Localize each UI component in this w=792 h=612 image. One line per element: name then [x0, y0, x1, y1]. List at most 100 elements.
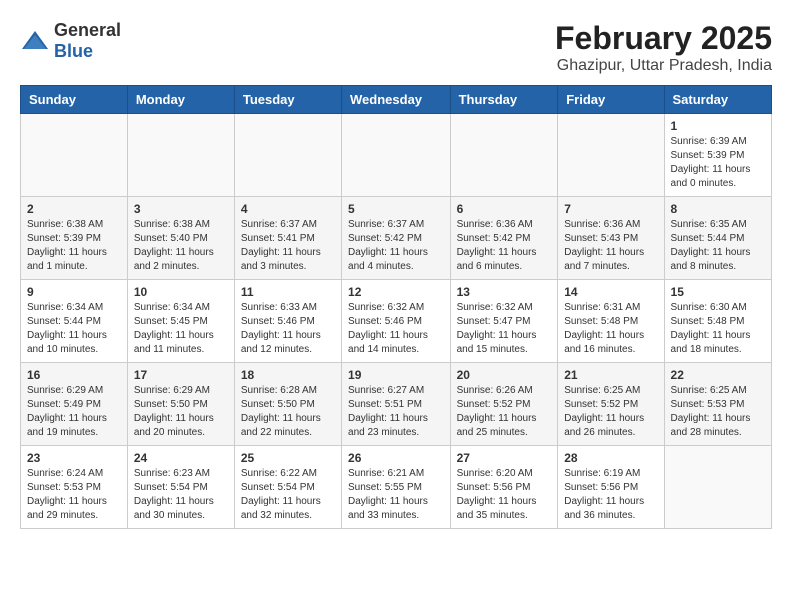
calendar-cell: 15 Sunrise: 6:30 AM Sunset: 5:48 PM Dayli…	[664, 280, 771, 363]
day-number: 4	[241, 202, 335, 216]
calendar-cell: 8 Sunrise: 6:35 AM Sunset: 5:44 PM Daylig…	[664, 197, 771, 280]
calendar-cell	[342, 114, 451, 197]
day-info: Sunrise: 6:19 AM Sunset: 5:56 PM Dayligh…	[564, 467, 657, 523]
calendar-week-2: 2 Sunrise: 6:38 AM Sunset: 5:39 PM Daylig…	[21, 197, 772, 280]
calendar-cell: 16 Sunrise: 6:29 AM Sunset: 5:49 PM Dayli…	[21, 363, 128, 446]
calendar-week-1: 1 Sunrise: 6:39 AM Sunset: 5:39 PM Daylig…	[21, 114, 772, 197]
calendar-cell: 20 Sunrise: 6:26 AM Sunset: 5:52 PM Dayli…	[450, 363, 558, 446]
day-number: 21	[564, 368, 657, 382]
calendar-cell: 9Sunrise: 6:34 AM Sunset: 5:44 PM Daylig…	[21, 280, 128, 363]
calendar-cell	[21, 114, 128, 197]
day-number: 23	[27, 451, 121, 465]
calendar-cell: 17 Sunrise: 6:29 AM Sunset: 5:50 PM Dayli…	[127, 363, 234, 446]
day-number: 2	[27, 202, 121, 216]
day-number: 14	[564, 285, 657, 299]
calendar-cell: 18 Sunrise: 6:28 AM Sunset: 5:50 PM Dayli…	[234, 363, 341, 446]
day-info: Sunrise: 6:35 AM Sunset: 5:44 PM Dayligh…	[671, 218, 765, 274]
title-area: February 2025 Ghazipur, Uttar Pradesh, I…	[555, 20, 772, 75]
calendar-cell: 24 Sunrise: 6:23 AM Sunset: 5:54 PM Dayli…	[127, 446, 234, 529]
calendar-cell	[127, 114, 234, 197]
day-number: 13	[457, 285, 552, 299]
day-header-tuesday: Tuesday	[234, 86, 341, 114]
day-info: Sunrise: 6:23 AM Sunset: 5:54 PM Dayligh…	[134, 467, 228, 523]
day-info: Sunrise: 6:25 AM Sunset: 5:53 PM Dayligh…	[671, 384, 765, 440]
calendar-cell: 3 Sunrise: 6:38 AM Sunset: 5:40 PM Daylig…	[127, 197, 234, 280]
day-info: Sunrise: 6:36 AM Sunset: 5:43 PM Dayligh…	[564, 218, 657, 274]
day-info: Sunrise: 6:26 AM Sunset: 5:52 PM Dayligh…	[457, 384, 552, 440]
calendar-week-5: 23Sunrise: 6:24 AM Sunset: 5:53 PM Dayli…	[21, 446, 772, 529]
calendar-cell: 5 Sunrise: 6:37 AM Sunset: 5:42 PM Daylig…	[342, 197, 451, 280]
day-number: 3	[134, 202, 228, 216]
day-info: Sunrise: 6:31 AM Sunset: 5:48 PM Dayligh…	[564, 301, 657, 357]
calendar-cell	[664, 446, 771, 529]
page-header: General Blue February 2025 Ghazipur, Utt…	[20, 20, 772, 75]
calendar-cell: 4 Sunrise: 6:37 AM Sunset: 5:41 PM Daylig…	[234, 197, 341, 280]
day-number: 27	[457, 451, 552, 465]
day-info: Sunrise: 6:33 AM Sunset: 5:46 PM Dayligh…	[241, 301, 335, 357]
logo-text-blue: Blue	[54, 41, 93, 61]
day-header-monday: Monday	[127, 86, 234, 114]
day-number: 18	[241, 368, 335, 382]
calendar-cell: 2 Sunrise: 6:38 AM Sunset: 5:39 PM Daylig…	[21, 197, 128, 280]
calendar-cell: 19 Sunrise: 6:27 AM Sunset: 5:51 PM Dayli…	[342, 363, 451, 446]
day-info: Sunrise: 6:34 AM Sunset: 5:45 PM Dayligh…	[134, 301, 228, 357]
day-number: 12	[348, 285, 444, 299]
day-info: Sunrise: 6:32 AM Sunset: 5:46 PM Dayligh…	[348, 301, 444, 357]
day-number: 7	[564, 202, 657, 216]
day-info: Sunrise: 6:37 AM Sunset: 5:41 PM Dayligh…	[241, 218, 335, 274]
day-info: Sunrise: 6:20 AM Sunset: 5:56 PM Dayligh…	[457, 467, 552, 523]
calendar-cell: 28 Sunrise: 6:19 AM Sunset: 5:56 PM Dayli…	[558, 446, 664, 529]
day-number: 20	[457, 368, 552, 382]
day-number: 16	[27, 368, 121, 382]
day-header-wednesday: Wednesday	[342, 86, 451, 114]
day-number: 1	[671, 119, 765, 133]
day-number: 25	[241, 451, 335, 465]
day-number: 10	[134, 285, 228, 299]
day-header-saturday: Saturday	[664, 86, 771, 114]
day-number: 8	[671, 202, 765, 216]
day-number: 22	[671, 368, 765, 382]
logo: General Blue	[20, 20, 121, 62]
day-number: 11	[241, 285, 335, 299]
calendar-cell	[558, 114, 664, 197]
day-number: 26	[348, 451, 444, 465]
day-number: 19	[348, 368, 444, 382]
day-info: Sunrise: 6:38 AM Sunset: 5:40 PM Dayligh…	[134, 218, 228, 274]
day-info: Sunrise: 6:39 AM Sunset: 5:39 PM Dayligh…	[671, 135, 765, 191]
calendar-cell: 14 Sunrise: 6:31 AM Sunset: 5:48 PM Dayli…	[558, 280, 664, 363]
calendar-cell	[450, 114, 558, 197]
day-number: 28	[564, 451, 657, 465]
day-header-friday: Friday	[558, 86, 664, 114]
day-info: Sunrise: 6:32 AM Sunset: 5:47 PM Dayligh…	[457, 301, 552, 357]
logo-icon	[20, 29, 50, 53]
calendar-cell: 13 Sunrise: 6:32 AM Sunset: 5:47 PM Dayli…	[450, 280, 558, 363]
day-info: Sunrise: 6:29 AM Sunset: 5:50 PM Dayligh…	[134, 384, 228, 440]
day-number: 24	[134, 451, 228, 465]
day-info: Sunrise: 6:30 AM Sunset: 5:48 PM Dayligh…	[671, 301, 765, 357]
calendar-week-3: 9Sunrise: 6:34 AM Sunset: 5:44 PM Daylig…	[21, 280, 772, 363]
day-header-sunday: Sunday	[21, 86, 128, 114]
calendar-cell: 27 Sunrise: 6:20 AM Sunset: 5:56 PM Dayli…	[450, 446, 558, 529]
day-header-thursday: Thursday	[450, 86, 558, 114]
day-info: Sunrise: 6:34 AM Sunset: 5:44 PM Dayligh…	[27, 301, 121, 357]
calendar-cell: 26 Sunrise: 6:21 AM Sunset: 5:55 PM Dayli…	[342, 446, 451, 529]
day-number: 15	[671, 285, 765, 299]
calendar-cell: 12 Sunrise: 6:32 AM Sunset: 5:46 PM Dayli…	[342, 280, 451, 363]
day-info: Sunrise: 6:36 AM Sunset: 5:42 PM Dayligh…	[457, 218, 552, 274]
day-number: 5	[348, 202, 444, 216]
month-year: February 2025	[555, 20, 772, 57]
day-info: Sunrise: 6:27 AM Sunset: 5:51 PM Dayligh…	[348, 384, 444, 440]
day-info: Sunrise: 6:28 AM Sunset: 5:50 PM Dayligh…	[241, 384, 335, 440]
calendar-week-4: 16 Sunrise: 6:29 AM Sunset: 5:49 PM Dayli…	[21, 363, 772, 446]
calendar-cell: 21Sunrise: 6:25 AM Sunset: 5:52 PM Dayli…	[558, 363, 664, 446]
day-number: 17	[134, 368, 228, 382]
calendar-header-row: SundayMondayTuesdayWednesdayThursdayFrid…	[21, 86, 772, 114]
calendar-cell: 22 Sunrise: 6:25 AM Sunset: 5:53 PM Dayli…	[664, 363, 771, 446]
day-info: Sunrise: 6:29 AM Sunset: 5:49 PM Dayligh…	[27, 384, 121, 440]
day-info: Sunrise: 6:22 AM Sunset: 5:54 PM Dayligh…	[241, 467, 335, 523]
day-info: Sunrise: 6:37 AM Sunset: 5:42 PM Dayligh…	[348, 218, 444, 274]
day-info: Sunrise: 6:21 AM Sunset: 5:55 PM Dayligh…	[348, 467, 444, 523]
day-info: Sunrise: 6:38 AM Sunset: 5:39 PM Dayligh…	[27, 218, 121, 274]
calendar-cell	[234, 114, 341, 197]
calendar-cell: 23Sunrise: 6:24 AM Sunset: 5:53 PM Dayli…	[21, 446, 128, 529]
